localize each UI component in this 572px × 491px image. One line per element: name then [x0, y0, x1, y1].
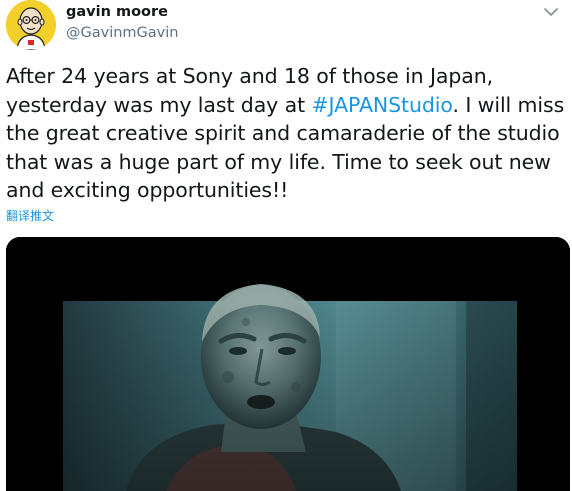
author-display-name[interactable]: gavin moore	[66, 4, 168, 20]
tweet-menu-button[interactable]	[536, 2, 566, 20]
hashtag-link[interactable]: #JAPANStudio	[311, 93, 452, 117]
translate-tweet-link[interactable]: 翻译推文	[6, 207, 54, 224]
tweet-card[interactable]: gavin moore @GavinmGavin After 24 years …	[0, 0, 572, 491]
chevron-down-icon	[543, 2, 559, 21]
tweet-text: After 24 years at Sony and 18 of those i…	[6, 62, 568, 205]
author-handle[interactable]: @GavinmGavin	[66, 25, 178, 41]
cartoon-avatar-icon[interactable]	[6, 0, 56, 50]
video-thumbnail[interactable]	[6, 237, 570, 491]
